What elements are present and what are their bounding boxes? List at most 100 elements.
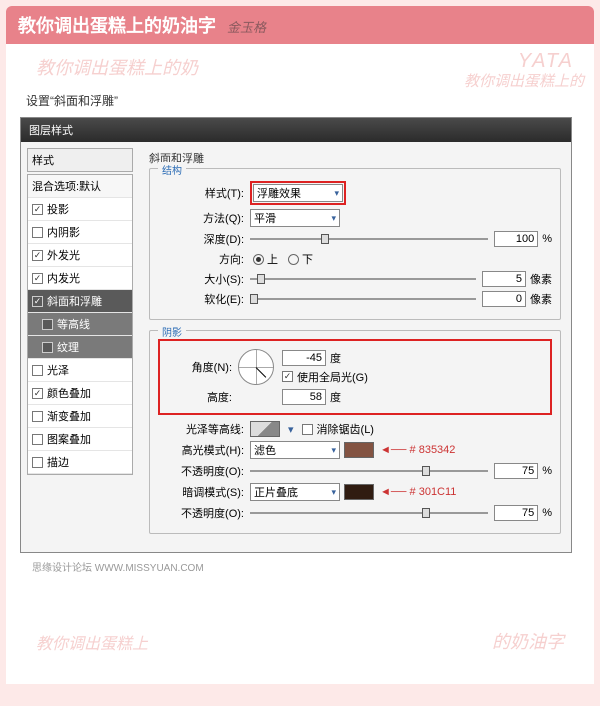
gloss-contour-label: 光泽等高线:: [158, 421, 250, 437]
angle-label: 角度(N):: [166, 359, 238, 375]
highlight-opacity-unit: %: [542, 465, 552, 477]
altitude-label: 高度:: [166, 389, 238, 405]
style-item-颜色叠加[interactable]: 颜色叠加: [28, 382, 132, 405]
style-item-斜面和浮雕[interactable]: 斜面和浮雕: [28, 290, 132, 313]
style-item-内阴影[interactable]: 内阴影: [28, 221, 132, 244]
styles-panel: 样式 混合选项:默认 投影内阴影外发光内发光斜面和浮雕等高线纹理光泽颜色叠加渐变…: [21, 142, 139, 552]
technique-label: 方法(Q):: [158, 210, 250, 226]
direction-label: 方向:: [158, 251, 250, 267]
style-item-等高线[interactable]: 等高线: [28, 313, 132, 336]
soften-label: 软化(E):: [158, 291, 250, 307]
highlight-opacity-slider[interactable]: [250, 464, 488, 478]
structure-legend: 结构: [158, 162, 186, 177]
depth-slider[interactable]: [250, 232, 488, 246]
style-item-label: 投影: [47, 201, 69, 217]
style-checkbox[interactable]: [32, 204, 43, 215]
soften-input[interactable]: 0: [482, 291, 526, 307]
shading-fieldset: 阴影 角度(N): -45 度: [149, 330, 561, 534]
chevron-down-icon: ▾: [331, 445, 336, 456]
style-item-label: 颜色叠加: [47, 385, 91, 401]
blend-options-item[interactable]: 混合选项:默认: [28, 175, 132, 198]
style-item-图案叠加[interactable]: 图案叠加: [28, 428, 132, 451]
color-annotation: ◄── # 301C11: [380, 486, 456, 498]
style-checkbox[interactable]: [32, 457, 43, 468]
style-item-纹理[interactable]: 纹理: [28, 336, 132, 359]
dialog-titlebar[interactable]: 图层样式: [21, 118, 571, 142]
chevron-down-icon: ▾: [334, 188, 339, 199]
shadow-opacity-slider[interactable]: [250, 506, 488, 520]
direction-up-radio[interactable]: [253, 254, 264, 265]
shadow-opacity-unit: %: [542, 507, 552, 519]
size-input[interactable]: 5: [482, 271, 526, 287]
style-checkbox[interactable]: [32, 365, 43, 376]
shadow-mode-label: 暗调模式(S):: [158, 484, 250, 500]
style-checkbox[interactable]: [32, 388, 43, 399]
altitude-unit: 度: [330, 389, 341, 405]
shadow-opacity-input[interactable]: 75: [494, 505, 538, 521]
content-area: 教你调出蛋糕上的奶 YATA 教你调出蛋糕上的 教你调出蛋糕上 的奶油字 设置“…: [6, 44, 594, 684]
style-checkbox[interactable]: [32, 227, 43, 238]
highlight-color-swatch[interactable]: [344, 442, 374, 458]
highlight-opacity-input[interactable]: 75: [494, 463, 538, 479]
shadow-color-swatch[interactable]: [344, 484, 374, 500]
highlight-mode-select[interactable]: 滤色 ▾: [250, 441, 340, 459]
style-checkbox[interactable]: [32, 296, 43, 307]
style-item-光泽[interactable]: 光泽: [28, 359, 132, 382]
structure-fieldset: 结构 样式(T): 浮雕效果 ▾ 方法(Q): 平滑: [149, 168, 561, 320]
depth-label: 深度(D):: [158, 231, 250, 247]
soften-slider[interactable]: [250, 292, 476, 306]
technique-select[interactable]: 平滑 ▾: [250, 209, 340, 227]
style-checkbox[interactable]: [32, 273, 43, 284]
style-item-label: 纹理: [57, 339, 79, 355]
style-list: 混合选项:默认 投影内阴影外发光内发光斜面和浮雕等高线纹理光泽颜色叠加渐变叠加图…: [27, 174, 133, 475]
style-checkbox[interactable]: [32, 250, 43, 261]
shading-legend: 阴影: [158, 324, 186, 339]
style-checkbox[interactable]: [32, 434, 43, 445]
page-title: 教你调出蛋糕上的奶油字: [18, 16, 216, 36]
watermark-text: 教你调出蛋糕上的奶: [36, 54, 198, 80]
style-item-投影[interactable]: 投影: [28, 198, 132, 221]
altitude-input[interactable]: 58: [282, 389, 326, 405]
page-header: 教你调出蛋糕上的奶油字 金玉格: [6, 6, 594, 44]
chevron-down-icon: ▾: [331, 487, 336, 498]
gloss-contour-picker[interactable]: [250, 421, 280, 437]
style-item-label: 等高线: [57, 316, 90, 332]
style-item-渐变叠加[interactable]: 渐变叠加: [28, 405, 132, 428]
layer-style-dialog: 图层样式 样式 混合选项:默认 投影内阴影外发光内发光斜面和浮雕等高线纹理光泽颜…: [20, 117, 572, 553]
watermark-yata: YATA: [518, 50, 574, 73]
style-item-内发光[interactable]: 内发光: [28, 267, 132, 290]
shadow-mode-select[interactable]: 正片叠底 ▾: [250, 483, 340, 501]
style-item-label: 渐变叠加: [47, 408, 91, 424]
watermark-text: 教你调出蛋糕上: [36, 630, 148, 654]
soften-unit: 像素: [530, 291, 552, 307]
style-select[interactable]: 浮雕效果 ▾: [253, 184, 343, 202]
size-slider[interactable]: [250, 272, 476, 286]
style-item-label: 描边: [47, 454, 69, 470]
direction-down-label: 下: [302, 251, 313, 267]
highlight-box: 角度(N): -45 度 使用全局光(G): [158, 339, 552, 415]
global-light-checkbox[interactable]: [282, 371, 293, 382]
highlight-mode-label: 高光模式(H):: [158, 442, 250, 458]
shadow-opacity-label: 不透明度(O):: [158, 505, 250, 521]
antialias-checkbox[interactable]: [302, 424, 313, 435]
style-item-label: 斜面和浮雕: [47, 293, 102, 309]
chevron-down-icon: ▾: [331, 213, 336, 224]
style-item-描边[interactable]: 描边: [28, 451, 132, 474]
styles-header: 样式: [27, 148, 133, 172]
size-unit: 像素: [530, 271, 552, 287]
angle-input[interactable]: -45: [282, 350, 326, 366]
style-label: 样式(T):: [158, 185, 250, 201]
depth-input[interactable]: 100: [494, 231, 538, 247]
style-checkbox[interactable]: [42, 342, 53, 353]
style-checkbox[interactable]: [42, 319, 53, 330]
direction-down-radio[interactable]: [288, 254, 299, 265]
style-item-label: 外发光: [47, 247, 80, 263]
style-item-外发光[interactable]: 外发光: [28, 244, 132, 267]
color-annotation: ◄── # 835342: [380, 444, 455, 456]
angle-dial[interactable]: [238, 349, 274, 385]
style-item-label: 内发光: [47, 270, 80, 286]
step-caption: 设置“斜面和浮雕”: [26, 92, 580, 109]
chevron-down-icon[interactable]: ▾: [288, 423, 294, 436]
watermark-text: 教你调出蛋糕上的: [464, 70, 584, 91]
style-checkbox[interactable]: [32, 411, 43, 422]
